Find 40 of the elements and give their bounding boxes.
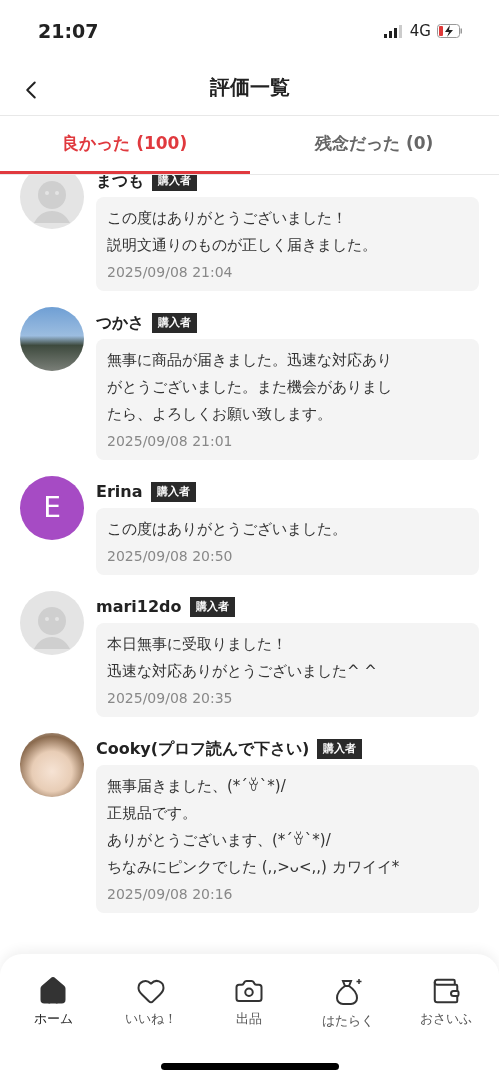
status-time: 21:07: [38, 18, 99, 44]
review-text: この度はありがとうございました！: [107, 208, 348, 229]
battery-charging-icon: [437, 24, 463, 38]
reviewer-name: つかさ: [96, 312, 144, 334]
tab[interactable]: 残念だった (0): [249, 116, 499, 174]
buyer-badge: 購入者: [152, 312, 197, 334]
nav-tab[interactable]: いいね！: [111, 976, 192, 1031]
buyer-badge: 購入者: [152, 175, 197, 192]
review-text: ちなみにピンクでした (,,>ᴗ<,,) カワイイ*: [107, 857, 401, 878]
review-text: 説明文通りのものが正しく届きました。: [107, 235, 378, 256]
review-text: たら、よろしくお願い致します。: [107, 404, 333, 425]
review-text: 迅速な対応ありがとうございました^ ^: [107, 661, 378, 682]
buyer-badge: 購入者: [150, 481, 196, 503]
review-date: 2025/09/08 20:16: [107, 885, 234, 904]
letter-avatar: E: [20, 476, 84, 540]
home-icon: [38, 976, 69, 1006]
review-date: 2025/09/08 21:04: [107, 263, 234, 282]
buyer-badge: 購入者: [189, 596, 235, 618]
nav-tab[interactable]: ホーム: [13, 976, 94, 1031]
nav-tab[interactable]: おさいふ: [405, 976, 486, 1031]
review-text: この度はありがとうございました。: [107, 519, 348, 540]
review-date: 2025/09/08 21:01: [107, 432, 234, 451]
buyer-badge: 購入者: [317, 738, 363, 760]
signal-icon: [383, 24, 404, 38]
default-avatar-icon: [20, 591, 84, 655]
reviewer-name: Cooky(プロフ読んで下さい): [96, 738, 310, 760]
reviewer-name: mari12do: [96, 596, 182, 618]
review-text: 無事に商品が届きました。迅速な対応あり: [107, 350, 393, 371]
review-text: 正規品です。: [107, 803, 198, 824]
review-text: がとうございました。また機会がありまし: [107, 377, 393, 398]
page-title: 評価一覧: [209, 73, 290, 101]
nav-tab[interactable]: はたらく: [307, 976, 388, 1031]
review-date: 2025/09/08 20:50: [107, 547, 234, 566]
review-date: 2025/09/08 20:35: [107, 689, 234, 708]
reviewer-name: Erina: [96, 481, 143, 503]
nav-tab[interactable]: 出品: [209, 976, 290, 1031]
review-text: 本日無事に受取りました！: [107, 634, 288, 655]
network-label: 4G: [409, 20, 431, 42]
review-text: ありがとうございます、(*´ꈊ`*)/: [107, 830, 332, 851]
review-text: 無事届きました、(*´ꈊ`*)/: [107, 776, 287, 797]
